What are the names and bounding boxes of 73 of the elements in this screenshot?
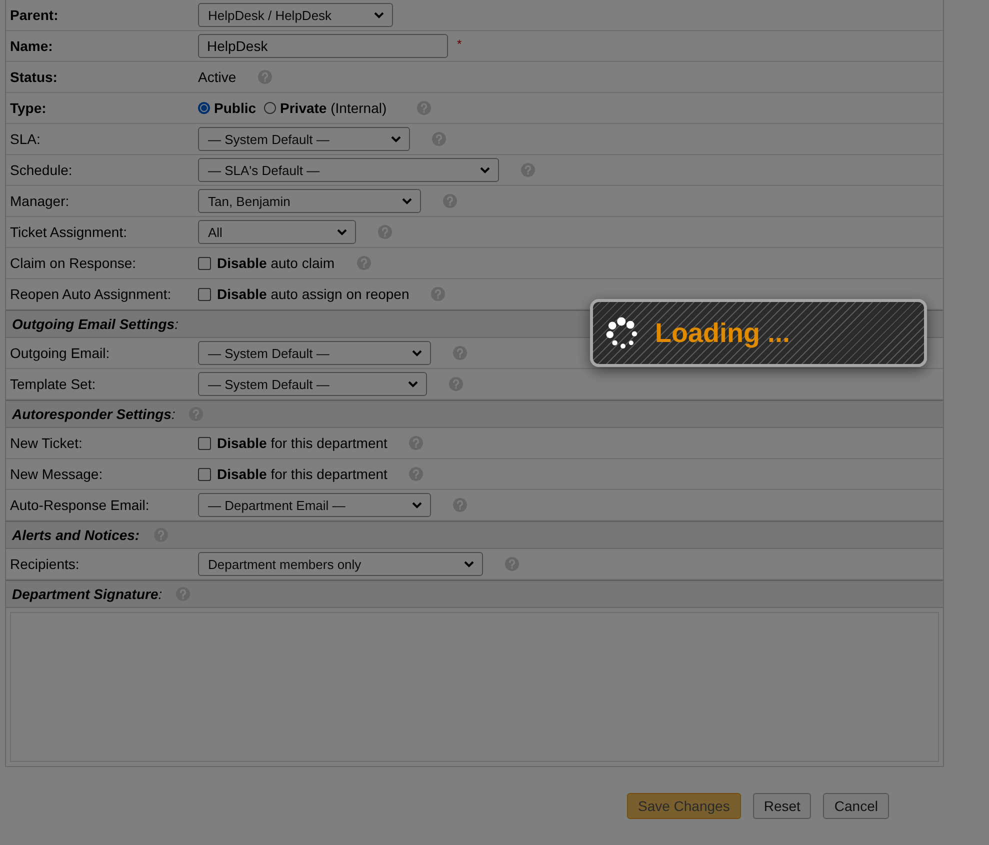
- dropdown[interactable]: Tan, Benjamin: [198, 189, 421, 213]
- chevron-icon: [480, 166, 490, 174]
- checkbox-label[interactable]: Disable for this department: [217, 466, 388, 482]
- field-label: Reopen Auto Assignment:: [9, 286, 172, 302]
- required-mark: *: [457, 37, 462, 51]
- chevron-icon: [464, 560, 474, 568]
- chevron-icon: [402, 198, 412, 204]
- help-icon[interactable]: [416, 101, 431, 115]
- field-label: Ticket Assignment:: [9, 224, 128, 240]
- dropdown[interactable]: — System Default —: [198, 127, 410, 151]
- checkbox-label[interactable]: Disable for this department: [217, 435, 388, 451]
- help-icon[interactable]: [432, 132, 446, 146]
- dropdown[interactable]: HelpDesk / HelpDesk: [198, 3, 393, 27]
- help-icon[interactable]: [521, 163, 535, 177]
- field-label: SLA:: [9, 131, 42, 147]
- help-icon[interactable]: [378, 225, 392, 239]
- section-title: Department Signature:: [12, 586, 162, 602]
- dropdown[interactable]: — System Default —: [198, 341, 431, 365]
- help-icon[interactable]: [453, 346, 467, 360]
- field-label: Outgoing Email:: [9, 345, 111, 361]
- dropdown[interactable]: Department members only: [198, 552, 483, 576]
- help-icon[interactable]: [449, 377, 463, 391]
- field-label: Name:: [9, 38, 54, 54]
- chevron-icon: [374, 12, 384, 18]
- action-button[interactable]: Cancel: [823, 793, 889, 819]
- field-label: New Message:: [9, 466, 104, 482]
- field-label: Auto-Response Email:: [9, 497, 150, 513]
- field-label: Parent:: [9, 7, 60, 23]
- dropdown[interactable]: — Department Email —: [198, 493, 431, 517]
- field-label: Template Set:: [9, 376, 97, 392]
- help-icon[interactable]: [356, 256, 371, 270]
- checkbox[interactable]: [198, 436, 211, 450]
- chevron-icon: [412, 502, 422, 508]
- help-icon[interactable]: [443, 194, 457, 208]
- help-icon[interactable]: [409, 436, 424, 450]
- dropdown[interactable]: All: [198, 220, 356, 244]
- help-icon[interactable]: [431, 287, 446, 301]
- status-value: Active: [198, 69, 236, 85]
- checkbox-label[interactable]: Disable auto assign on reopen: [217, 286, 410, 302]
- chevron-icon: [408, 380, 418, 388]
- chevron-icon: [391, 136, 401, 142]
- radio-label[interactable]: Public: [214, 100, 256, 116]
- chevron-icon: [412, 350, 422, 356]
- field-label: Type:: [9, 100, 48, 116]
- chevron-icon: [337, 228, 347, 236]
- help-icon[interactable]: [409, 467, 424, 481]
- name-input[interactable]: HelpDesk: [198, 34, 448, 58]
- field-label: New Ticket:: [9, 435, 84, 451]
- radio-label[interactable]: Private (Internal): [280, 100, 387, 116]
- help-icon[interactable]: [176, 587, 190, 601]
- field-label: Status:: [9, 69, 58, 85]
- action-button[interactable]: Reset: [752, 793, 812, 819]
- checkbox[interactable]: [198, 288, 211, 300]
- field-label: Claim on Response:: [9, 255, 138, 271]
- checkbox-label[interactable]: Disable auto claim: [217, 255, 335, 271]
- dropdown[interactable]: — SLA's Default —: [198, 158, 499, 182]
- radio-button[interactable]: [198, 102, 210, 114]
- help-icon[interactable]: [154, 528, 168, 542]
- field-label: Manager:: [9, 193, 70, 209]
- radio-button[interactable]: [264, 102, 276, 114]
- checkbox[interactable]: [198, 468, 211, 480]
- section-title: Autoresponder Settings:: [12, 406, 176, 422]
- field-label: Schedule:: [9, 162, 74, 178]
- checkbox[interactable]: [198, 256, 211, 270]
- help-icon[interactable]: [258, 70, 272, 84]
- section-title: Alerts and Notices:: [12, 527, 140, 543]
- loading-text: Loading ...: [655, 318, 790, 348]
- section-title: Outgoing Email Settings:: [12, 316, 178, 332]
- field-label: Recipients:: [9, 556, 80, 572]
- help-icon[interactable]: [505, 557, 519, 571]
- dropdown[interactable]: — System Default —: [198, 372, 427, 396]
- help-icon[interactable]: [189, 407, 204, 421]
- help-icon[interactable]: [453, 498, 467, 512]
